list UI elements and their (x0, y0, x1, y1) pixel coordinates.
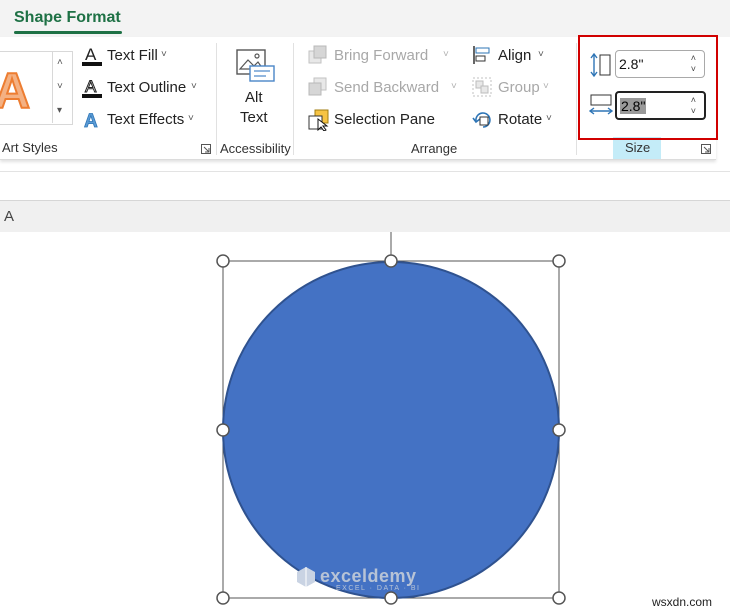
send-backward-icon (308, 77, 327, 96)
circle-shape (222, 261, 560, 599)
svg-text:A: A (85, 77, 97, 96)
size-group-label: Size (625, 140, 651, 155)
gallery-more-icon[interactable]: ▾ (57, 105, 62, 116)
group-icon (472, 77, 492, 97)
rotate-button[interactable]: Rotate (498, 111, 542, 128)
resize-handle-left (216, 423, 230, 437)
text-effects-button[interactable]: Text Effects (107, 111, 184, 128)
worksheet-canvas (0, 232, 730, 612)
tab-shape-format[interactable]: Shape Format (14, 9, 121, 27)
resize-handle-top-right (552, 254, 566, 268)
bring-forward-dropdown-icon[interactable]: ˅ (443, 49, 449, 60)
alt-text-button-line1[interactable]: Alt (245, 89, 263, 106)
selection-pane-icon (308, 109, 329, 131)
wordart-sample-icon: A (0, 62, 31, 120)
text-fill-dropdown-icon[interactable]: ˅ (161, 49, 167, 60)
resize-handle-right (552, 423, 566, 437)
wordart-letter: A (0, 63, 30, 119)
column-header-row: A (0, 200, 730, 233)
size-launcher-icon[interactable] (701, 141, 711, 154)
size-group-label-highlight: Size (613, 137, 661, 159)
arrange-group-label: Arrange (411, 141, 458, 156)
exceldemy-logo-icon (297, 567, 315, 587)
gallery-up-icon[interactable]: ˄ (57, 57, 63, 68)
column-a-header[interactable]: A (4, 208, 14, 225)
align-button[interactable]: Align (498, 47, 531, 64)
resize-handle-top-left (216, 254, 230, 268)
align-icon (473, 46, 490, 64)
text-outline-dropdown-icon[interactable]: ˅ (191, 81, 197, 92)
art-styles-group-label: Art Styles (2, 140, 58, 155)
rotate-icon (472, 112, 491, 128)
ribbon-tab-bar: Shape Format (0, 0, 730, 37)
resize-handle-top (384, 254, 398, 268)
send-backward-dropdown-icon[interactable]: ˅ (451, 81, 457, 92)
alt-text-button-line2[interactable]: Text (240, 109, 268, 126)
formula-bar-area (0, 171, 730, 200)
align-dropdown-icon[interactable]: ˅ (538, 49, 544, 60)
bring-forward-icon (308, 45, 327, 64)
alt-text-icon (236, 49, 275, 82)
selection-pane-button[interactable]: Selection Pane (334, 111, 435, 128)
art-styles-launcher-icon[interactable] (201, 141, 211, 154)
svg-text:A: A (85, 45, 97, 64)
watermark-tagline: EXCEL · DATA · BI (336, 585, 421, 592)
size-highlight-box (578, 35, 718, 140)
separator (576, 43, 577, 155)
active-tab-indicator (14, 31, 122, 34)
text-effects-icon: A (84, 111, 99, 131)
text-fill-button[interactable]: Text Fill (107, 47, 158, 64)
text-fill-icon: A (82, 45, 102, 66)
text-outline-button[interactable]: Text Outline (107, 79, 186, 96)
rotate-dropdown-icon[interactable]: ˅ (546, 113, 552, 124)
resize-handle-bottom-right (552, 591, 566, 605)
separator (293, 43, 294, 155)
text-outline-icon: A (82, 77, 102, 98)
resize-handle-bottom-left (216, 591, 230, 605)
site-credit: wsxdn.com (652, 595, 713, 609)
shape-selection[interactable] (0, 232, 730, 612)
gallery-down-icon[interactable]: ˅ (57, 81, 63, 92)
group-button[interactable]: Group (498, 79, 540, 96)
send-backward-button[interactable]: Send Backward (334, 79, 439, 96)
gallery-scroll-controls: ˄ ˅ ▾ (52, 51, 71, 123)
group-dropdown-icon[interactable]: ˅ (543, 81, 549, 92)
bring-forward-button[interactable]: Bring Forward (334, 47, 428, 64)
resize-handle-bottom (384, 591, 398, 605)
separator (216, 43, 217, 155)
svg-text:A: A (84, 111, 98, 131)
watermark-brand: exceldemy (320, 566, 417, 586)
accessibility-group-label: Accessibility (220, 141, 291, 156)
text-effects-dropdown-icon[interactable]: ˅ (188, 113, 194, 124)
